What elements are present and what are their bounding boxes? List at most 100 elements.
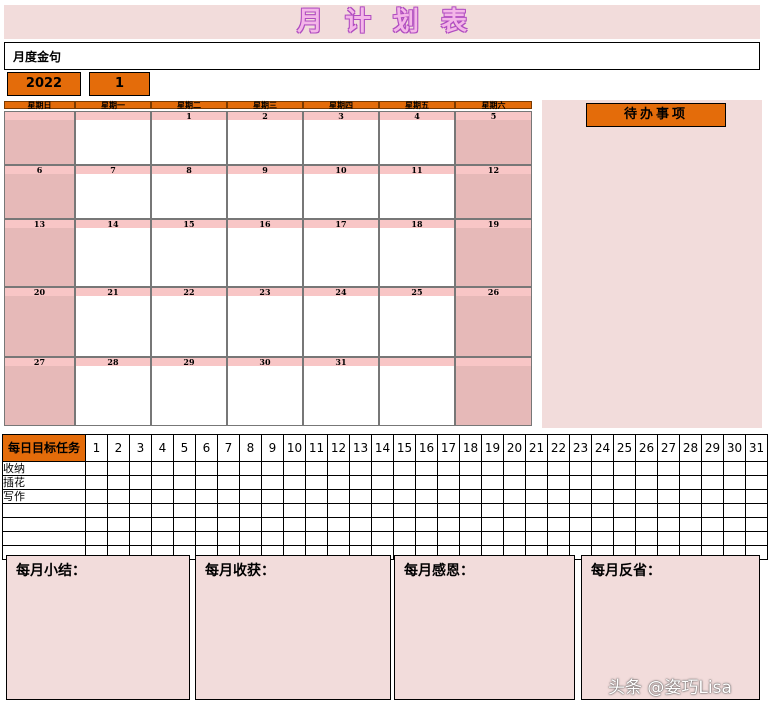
goal-check-cell[interactable] [745,531,768,546]
calendar-day-cell[interactable]: 16 [227,219,303,287]
goal-check-cell[interactable] [459,531,482,546]
goal-check-cell[interactable] [547,531,570,546]
goal-check-cell[interactable] [327,489,350,504]
summary-box-monthly-gratitude[interactable]: 每月感恩： [394,555,575,700]
calendar-day-cell[interactable]: 26 [455,287,532,357]
goal-check-cell[interactable] [569,531,592,546]
goal-check-cell[interactable] [371,489,394,504]
goal-check-cell[interactable] [437,503,460,518]
goal-check-cell[interactable] [415,503,438,518]
goal-check-cell[interactable] [129,475,152,490]
goal-check-cell[interactable] [261,503,284,518]
goal-check-cell[interactable] [437,531,460,546]
goal-check-cell[interactable] [679,475,702,490]
calendar-day-cell[interactable]: 25 [379,287,455,357]
goal-check-cell[interactable] [525,489,548,504]
calendar-day-cell[interactable]: 12 [455,165,532,219]
goal-check-cell[interactable] [481,489,504,504]
goal-check-cell[interactable] [701,475,724,490]
goal-check-cell[interactable] [393,489,416,504]
goal-check-cell[interactable] [679,489,702,504]
goal-check-cell[interactable] [371,531,394,546]
goal-check-cell[interactable] [635,475,658,490]
goal-check-cell[interactable] [305,475,328,490]
goal-check-cell[interactable] [129,503,152,518]
goal-check-cell[interactable] [481,531,504,546]
goal-check-cell[interactable] [217,517,240,532]
goal-check-cell[interactable] [371,461,394,476]
calendar-day-cell[interactable]: 24 [303,287,379,357]
goal-check-cell[interactable] [217,489,240,504]
goal-check-cell[interactable] [85,517,108,532]
goal-check-cell[interactable] [635,531,658,546]
goal-check-cell[interactable] [525,475,548,490]
goal-check-cell[interactable] [723,503,746,518]
goal-check-cell[interactable] [745,517,768,532]
goal-check-cell[interactable] [415,517,438,532]
goal-check-cell[interactable] [151,517,174,532]
goal-check-cell[interactable] [327,475,350,490]
goal-check-cell[interactable] [107,489,130,504]
summary-box-monthly-gains[interactable]: 每月收获： [195,555,391,700]
goal-check-cell[interactable] [613,461,636,476]
goal-check-cell[interactable] [129,531,152,546]
goal-check-cell[interactable] [415,531,438,546]
goal-check-cell[interactable] [745,475,768,490]
goal-task-label[interactable] [2,531,86,546]
calendar-day-cell[interactable]: 20 [4,287,75,357]
goal-check-cell[interactable] [503,475,526,490]
goal-check-cell[interactable] [283,461,306,476]
calendar-day-cell[interactable]: 7 [75,165,151,219]
goal-check-cell[interactable] [415,489,438,504]
goal-check-cell[interactable] [525,517,548,532]
calendar-day-cell[interactable]: 13 [4,219,75,287]
calendar-day-cell[interactable]: 21 [75,287,151,357]
goal-check-cell[interactable] [503,517,526,532]
goal-check-cell[interactable] [679,503,702,518]
goal-check-cell[interactable] [723,489,746,504]
goal-check-cell[interactable] [173,461,196,476]
calendar-day-cell[interactable]: 15 [151,219,227,287]
calendar-day-cell[interactable]: 22 [151,287,227,357]
goal-check-cell[interactable] [283,517,306,532]
goal-check-cell[interactable] [569,489,592,504]
goal-check-cell[interactable] [349,503,372,518]
goal-check-cell[interactable] [239,475,262,490]
goal-check-cell[interactable] [393,461,416,476]
goal-check-cell[interactable] [503,489,526,504]
goal-check-cell[interactable] [217,475,240,490]
goal-check-cell[interactable] [459,475,482,490]
goal-check-cell[interactable] [459,461,482,476]
goal-check-cell[interactable] [283,503,306,518]
goal-check-cell[interactable] [349,517,372,532]
calendar-day-cell[interactable]: 2 [227,111,303,165]
goal-check-cell[interactable] [701,531,724,546]
calendar-day-cell[interactable] [379,357,455,426]
goal-check-cell[interactable] [239,489,262,504]
goal-check-cell[interactable] [591,531,614,546]
goal-task-label[interactable] [2,503,86,518]
goal-check-cell[interactable] [657,503,680,518]
goal-check-cell[interactable] [173,531,196,546]
calendar-day-cell[interactable]: 11 [379,165,455,219]
goal-check-cell[interactable] [525,461,548,476]
goal-task-label[interactable]: 写作 [2,489,86,504]
goal-check-cell[interactable] [151,503,174,518]
goal-check-cell[interactable] [481,475,504,490]
calendar-day-cell[interactable]: 29 [151,357,227,426]
calendar-day-cell[interactable] [4,111,75,165]
calendar-day-cell[interactable]: 27 [4,357,75,426]
goal-check-cell[interactable] [371,475,394,490]
goal-check-cell[interactable] [85,489,108,504]
goal-check-cell[interactable] [437,461,460,476]
goal-check-cell[interactable] [723,475,746,490]
goal-check-cell[interactable] [305,503,328,518]
goal-check-cell[interactable] [679,517,702,532]
goal-check-cell[interactable] [613,503,636,518]
goal-check-cell[interactable] [173,489,196,504]
goal-check-cell[interactable] [173,475,196,490]
goal-check-cell[interactable] [745,461,768,476]
goal-check-cell[interactable] [327,517,350,532]
goal-check-cell[interactable] [107,503,130,518]
goal-check-cell[interactable] [481,503,504,518]
